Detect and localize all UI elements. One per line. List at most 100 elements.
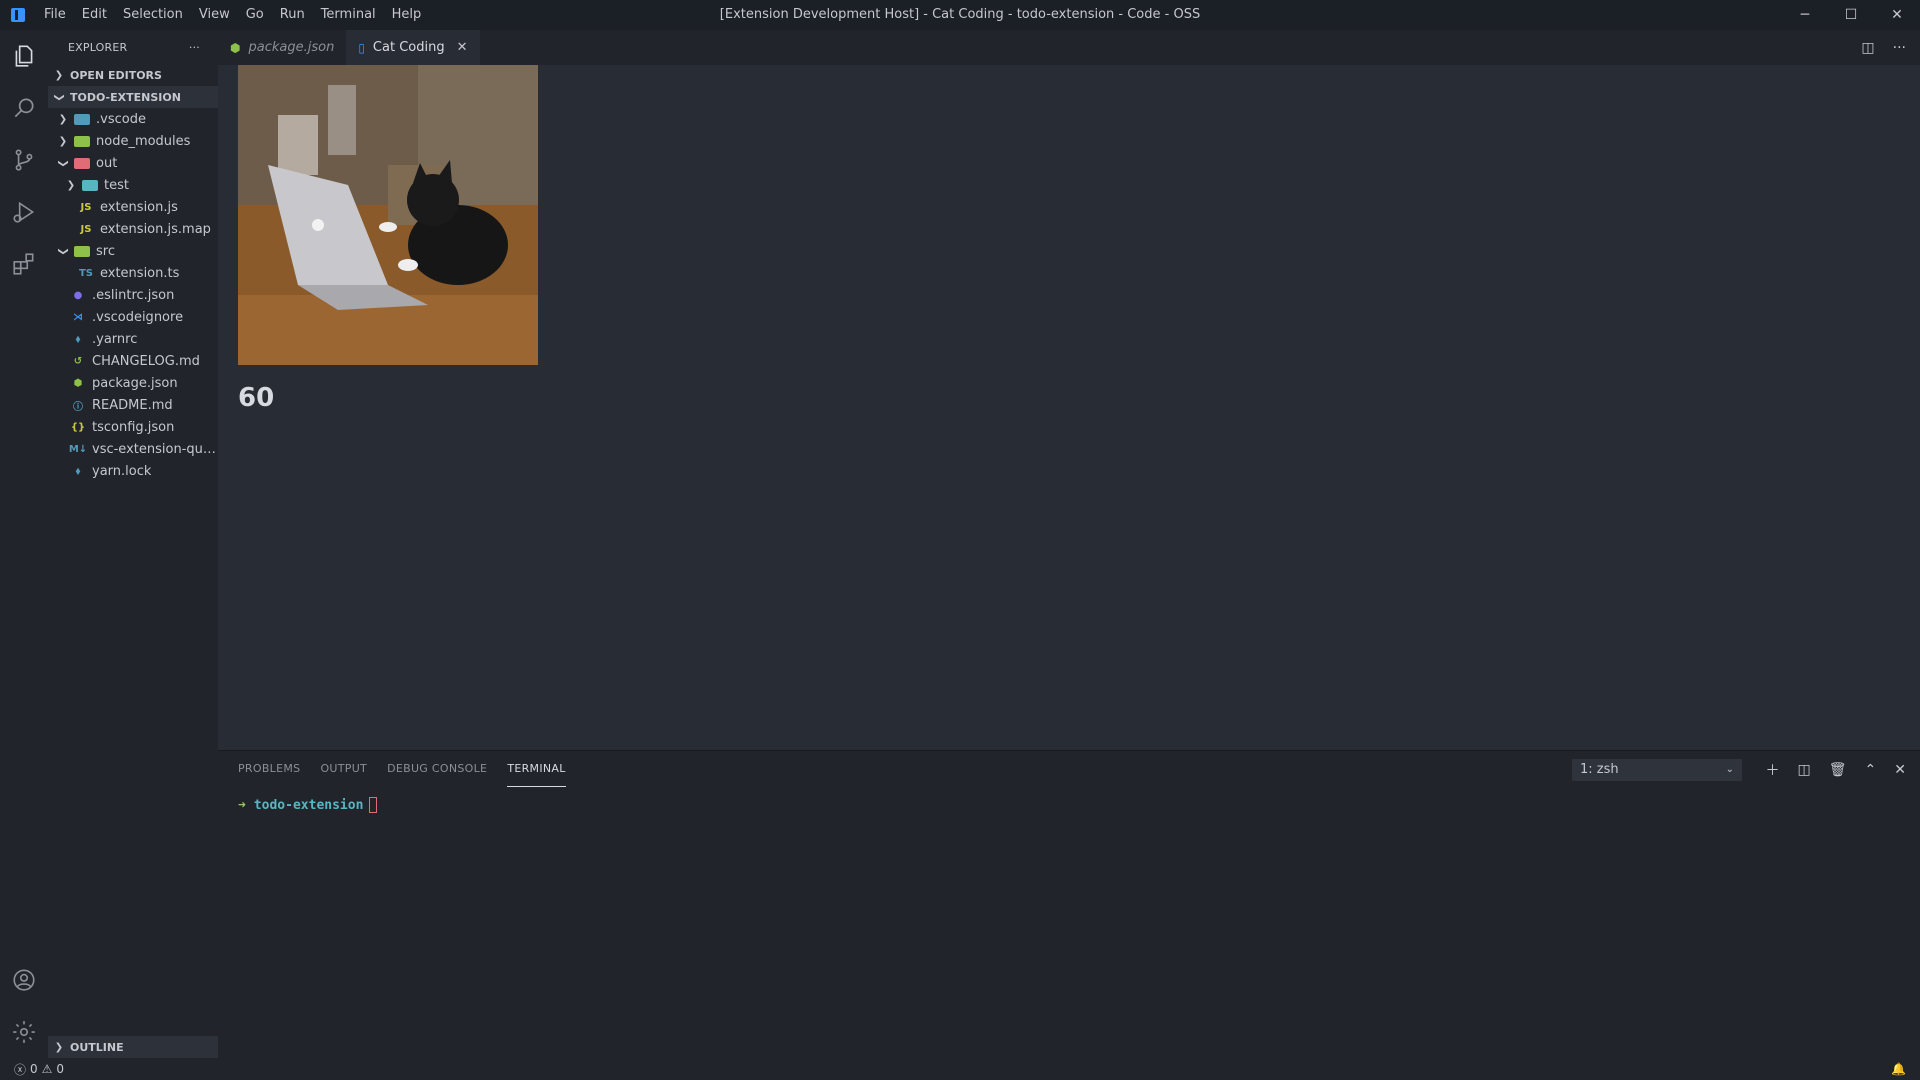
accounts-icon[interactable] [0, 954, 48, 1006]
tab-cat-coding[interactable]: ▯ Cat Coding ✕ [346, 30, 480, 65]
menu-help[interactable]: Help [384, 0, 430, 30]
tree-folder[interactable]: ❯ test [48, 174, 218, 196]
tab-debug-console[interactable]: DEBUG CONSOLE [387, 751, 487, 787]
folder-icon [74, 135, 90, 147]
tree-file[interactable]: JS extension.js.map [48, 218, 218, 240]
yarn-icon: ⬧ [75, 465, 81, 477]
split-editor-icon[interactable]: ◫ [1861, 40, 1874, 56]
close-tab-icon[interactable]: ✕ [457, 40, 468, 55]
chevron-right-icon: ❯ [58, 135, 68, 147]
explorer-icon[interactable] [0, 30, 48, 82]
tree-file[interactable]: M↓ vsc-extension-quickstart.md [48, 438, 218, 460]
notifications-bell-icon[interactable]: 🔔 [1891, 1062, 1906, 1076]
yarn-icon: ⬧ [75, 333, 81, 345]
tree-item-label: out [96, 155, 118, 171]
menu-edit[interactable]: Edit [74, 0, 115, 30]
tree-file[interactable]: ● .eslintrc.json [48, 284, 218, 306]
explorer-header: EXPLORER ··· [48, 30, 218, 64]
warning-count: 0 [56, 1062, 65, 1076]
tree-item-label: yarn.lock [92, 463, 152, 479]
trash-icon[interactable]: 🗑 [1829, 762, 1847, 778]
line-counter: 60 [238, 383, 275, 413]
tree-item-label: package.json [92, 375, 178, 391]
tree-file[interactable]: ⬢ package.json [48, 372, 218, 394]
status-bar: ⓧ 0 ⚠ 0 🔔 [0, 1058, 1920, 1080]
markdown-icon: M↓ [68, 443, 88, 455]
tree-folder[interactable]: ❯ .vscode [48, 108, 218, 130]
search-icon[interactable] [0, 82, 48, 134]
tree-file[interactable]: TS extension.ts [48, 262, 218, 284]
panel-tabs: PROBLEMS OUTPUT DEBUG CONSOLE TERMINAL [238, 751, 566, 787]
project-label: TODO-EXTENSION [70, 90, 181, 104]
error-icon: ⓧ [14, 1062, 27, 1077]
tree-item-label: vsc-extension-quickstart.md [92, 441, 218, 457]
tree-item-label: src [96, 243, 115, 259]
vscode-icon: ⋊ [73, 311, 83, 323]
settings-gear-icon[interactable] [0, 1006, 48, 1058]
tree-file[interactable]: ↺ CHANGELOG.md [48, 350, 218, 372]
tree-folder[interactable]: ❯ out [48, 152, 218, 174]
tree-file[interactable]: ⬧ .yarnrc [48, 328, 218, 350]
folder-icon [82, 179, 98, 191]
terminal-select[interactable]: 1: zsh ⌄ [1572, 759, 1742, 781]
more-actions-icon[interactable]: ··· [189, 41, 200, 54]
tree-folder[interactable]: ❯ src [48, 240, 218, 262]
tree-file[interactable]: ⋊ .vscodeignore [48, 306, 218, 328]
extensions-icon[interactable] [0, 238, 48, 290]
close-window-button[interactable]: ✕ [1874, 0, 1920, 30]
tree-item-label: README.md [92, 397, 173, 413]
error-count: 0 [30, 1062, 38, 1076]
more-actions-icon[interactable]: ··· [1893, 40, 1906, 56]
js-icon: JS [80, 223, 92, 235]
tree-item-label: test [104, 177, 129, 193]
menu-terminal[interactable]: Terminal [313, 0, 384, 30]
chevron-right-icon: ❯ [54, 69, 64, 81]
chevron-right-icon: ❯ [58, 113, 68, 125]
explorer-title: EXPLORER [68, 40, 128, 54]
new-terminal-icon[interactable]: ＋ [1766, 760, 1780, 780]
open-editors-section[interactable]: ❯ OPEN EDITORS [48, 64, 218, 86]
open-editors-label: OPEN EDITORS [70, 68, 162, 82]
source-control-icon[interactable] [0, 134, 48, 186]
outline-section[interactable]: ❯ OUTLINE [48, 1036, 218, 1058]
split-terminal-icon[interactable]: ◫ [1798, 762, 1811, 778]
maximize-button[interactable]: ☐ [1828, 0, 1874, 30]
npm-icon: ⬢ [73, 377, 83, 389]
tab-problems[interactable]: PROBLEMS [238, 751, 300, 787]
menu-file[interactable]: File [36, 0, 74, 30]
terminal-select-value: 1: zsh [1580, 762, 1619, 777]
menu-go[interactable]: Go [238, 0, 272, 30]
folder-icon [74, 245, 90, 257]
tree-item-label: extension.js [100, 199, 178, 215]
close-panel-icon[interactable]: ✕ [1894, 762, 1906, 778]
tree-file[interactable]: ⓘ README.md [48, 394, 218, 416]
tree-file[interactable]: ⬧ yarn.lock [48, 460, 218, 482]
bottom-panel: PROBLEMS OUTPUT DEBUG CONSOLE TERMINAL 1… [218, 750, 1920, 1058]
minimize-button[interactable]: ─ [1782, 0, 1828, 30]
tab-output[interactable]: OUTPUT [320, 751, 367, 787]
problems-status[interactable]: ⓧ 0 ⚠ 0 [14, 1061, 64, 1078]
tree-item-label: .vscode [96, 111, 146, 127]
folder-icon [74, 113, 90, 125]
project-section[interactable]: ❯ TODO-EXTENSION [48, 86, 218, 108]
menu-run[interactable]: Run [272, 0, 313, 30]
chevron-down-icon: ❯ [53, 92, 65, 102]
tab-terminal[interactable]: TERMINAL [507, 751, 566, 787]
title-bar: File Edit Selection View Go Run Terminal… [0, 0, 1920, 30]
tab-label: Cat Coding [372, 40, 445, 55]
app-logo-icon [0, 0, 36, 30]
terminal-output[interactable]: ➜ todo-extension [238, 797, 378, 813]
tree-file[interactable]: JS extension.js [48, 196, 218, 218]
tree-file[interactable]: {} tsconfig.json [48, 416, 218, 438]
tree-item-label: CHANGELOG.md [92, 353, 200, 369]
activity-bar [0, 30, 48, 1058]
json-icon: {} [70, 421, 86, 433]
menu-selection[interactable]: Selection [115, 0, 191, 30]
maximize-panel-icon[interactable]: ⌃ [1865, 762, 1877, 778]
tab-package-json[interactable]: ⬢ package.json [218, 30, 346, 65]
run-debug-icon[interactable] [0, 186, 48, 238]
menu-view[interactable]: View [191, 0, 238, 30]
tree-folder[interactable]: ❯ node_modules [48, 130, 218, 152]
tree-item-label: .yarnrc [92, 331, 138, 347]
prompt-directory: todo-extension [253, 797, 364, 813]
